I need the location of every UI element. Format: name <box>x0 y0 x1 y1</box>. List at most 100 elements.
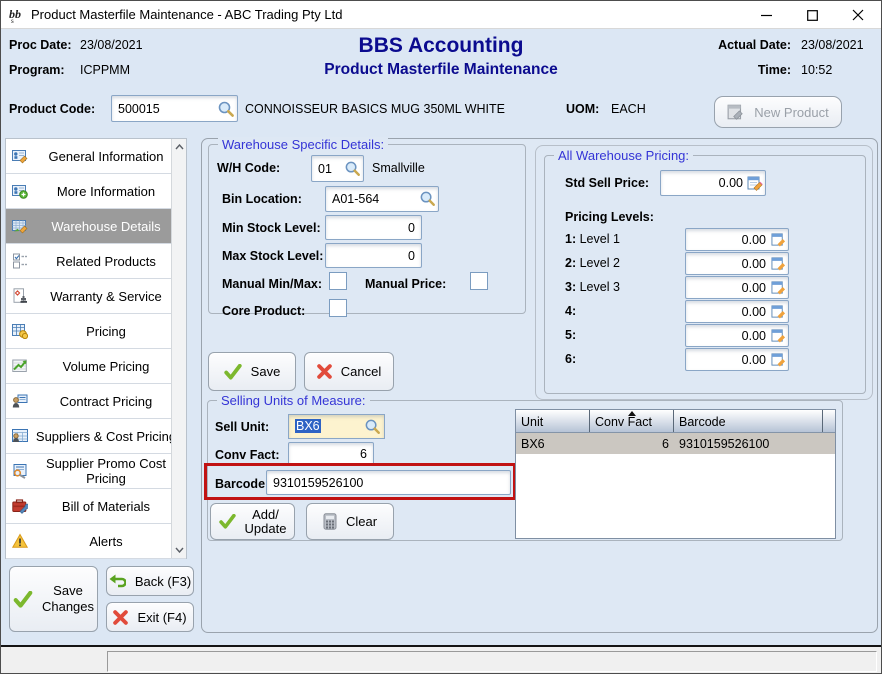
price-edit-icon[interactable] <box>771 280 786 295</box>
table-row[interactable]: BX6 6 9310159526100 <box>516 433 835 454</box>
save-changes-button[interactable]: SaveChanges <box>9 566 98 632</box>
manual-price-checkbox[interactable] <box>470 272 488 290</box>
status-message-panel <box>107 651 877 672</box>
cell-conv-fact: 6 <box>590 437 674 451</box>
bin-location-label: Bin Location: <box>222 192 302 206</box>
sidebar-item-label: Related Products <box>56 254 156 269</box>
conv-fact-label: Conv Fact: <box>215 448 280 462</box>
sidebar-item-suppliers-cost-pricing[interactable]: Suppliers & Cost Pricing <box>6 419 186 454</box>
sidebar-item-alerts[interactable]: Alerts <box>6 524 186 559</box>
close-icon <box>852 9 864 21</box>
toolbox-icon <box>12 498 28 514</box>
main-panel: Warehouse Specific Details: W/H Code: Sm… <box>201 138 878 633</box>
price-edit-icon[interactable] <box>771 304 786 319</box>
sidebar-item-related-products[interactable]: Related Products <box>6 244 186 279</box>
level-num: 1: <box>565 232 576 246</box>
save-button[interactable]: Save <box>208 352 296 391</box>
svg-text:s: s <box>11 17 14 24</box>
sidebar-item-bill-of-materials[interactable]: Bill of Materials <box>6 489 186 524</box>
cell-unit: BX6 <box>516 437 590 451</box>
window-title: Product Masterfile Maintenance - ABC Tra… <box>31 1 342 29</box>
sidebar-item-more-information[interactable]: More Information <box>6 174 186 209</box>
warehouse-details-group-title: Warehouse Specific Details: <box>218 137 388 152</box>
check-icon <box>224 364 242 380</box>
selling-units-group: Selling Units of Measure: Sell Unit: BX6… <box>207 400 843 541</box>
column-header-barcode[interactable]: Barcode <box>674 410 823 432</box>
level-num: 5: <box>565 328 576 342</box>
sidebar-item-label: Pricing <box>86 324 126 339</box>
close-button[interactable] <box>835 1 881 29</box>
person-document-icon <box>12 393 28 409</box>
column-header-conv-fact[interactable]: Conv Fact <box>590 410 674 432</box>
new-product-label: New Product <box>754 105 828 120</box>
column-header-spacer <box>823 410 835 432</box>
search-icon[interactable] <box>217 100 235 118</box>
min-stock-field-wrap <box>325 215 422 240</box>
minimize-icon <box>761 10 772 21</box>
application-window: bb s Product Masterfile Maintenance - AB… <box>0 0 882 674</box>
std-sell-price-field-wrap <box>660 170 766 196</box>
clear-button[interactable]: Clear <box>306 503 394 540</box>
search-icon[interactable] <box>364 418 381 435</box>
level-name: Level 1 <box>580 232 620 246</box>
wh-code-field-wrap <box>311 155 364 182</box>
search-icon[interactable] <box>344 160 361 177</box>
new-product-button[interactable]: New Product <box>714 96 842 128</box>
price-edit-icon[interactable] <box>771 256 786 271</box>
sidebar-item-supplier-promo-cost-pricing[interactable]: Supplier Promo Cost Pricing <box>6 454 186 489</box>
column-header-unit[interactable]: Unit <box>516 410 590 432</box>
manual-price-label: Manual Price: <box>365 277 446 291</box>
check-icon <box>219 514 236 529</box>
price-edit-icon[interactable] <box>747 175 763 191</box>
search-icon[interactable] <box>419 190 436 207</box>
sidebar-item-volume-pricing[interactable]: Volume Pricing <box>6 349 186 384</box>
price-edit-icon[interactable] <box>771 352 786 367</box>
warning-icon <box>12 533 28 549</box>
warehouse-details-group: Warehouse Specific Details: W/H Code: Sm… <box>208 144 526 314</box>
sell-unit-value: BX6 <box>295 419 321 433</box>
exit-button[interactable]: Exit (F4) <box>106 602 194 632</box>
level-num: 4: <box>565 304 576 318</box>
sidebar-item-warranty-service[interactable]: Warranty & Service <box>6 279 186 314</box>
sidebar-item-label: Warehouse Details <box>51 219 160 234</box>
sidebar-item-label: Suppliers & Cost Pricing <box>36 429 176 444</box>
new-product-icon <box>727 103 745 121</box>
maximize-button[interactable] <box>789 1 835 29</box>
core-product-checkbox[interactable] <box>329 299 347 317</box>
actual-date-label: Actual Date: <box>699 38 791 52</box>
price-edit-icon[interactable] <box>771 232 786 247</box>
cancel-button[interactable]: Cancel <box>304 352 394 391</box>
cancel-label: Cancel <box>341 364 381 379</box>
sidebar-item-label: Alerts <box>89 534 122 549</box>
back-button[interactable]: Back (F3) <box>106 566 194 596</box>
table-coins-icon <box>12 323 28 339</box>
min-stock-input[interactable] <box>325 215 422 240</box>
time-value: 10:52 <box>801 63 871 77</box>
maximize-icon <box>807 10 818 21</box>
sidebar-nav: General Information More Information War… <box>5 138 187 559</box>
time-label: Time: <box>699 63 791 77</box>
bin-location-field-wrap <box>325 186 439 212</box>
manual-minmax-checkbox[interactable] <box>329 272 347 290</box>
sidebar-item-warehouse-details[interactable]: Warehouse Details <box>6 209 186 244</box>
scroll-down-button[interactable] <box>172 542 187 558</box>
level-num: 2: <box>565 256 576 270</box>
product-code-field-wrap <box>111 95 238 122</box>
grid-edit-icon <box>12 218 28 234</box>
sidebar-item-pricing[interactable]: Pricing <box>6 314 186 349</box>
sidebar-item-label: Warranty & Service <box>50 289 162 304</box>
minimize-button[interactable] <box>743 1 789 29</box>
max-stock-input[interactable] <box>325 243 422 268</box>
sidebar-item-label: Volume Pricing <box>63 359 150 374</box>
sell-unit-field[interactable]: BX6 <box>288 414 385 439</box>
sidebar-item-general-information[interactable]: General Information <box>6 139 186 174</box>
add-update-button[interactable]: Add/Update <box>210 503 295 540</box>
sidebar-item-contract-pricing[interactable]: Contract Pricing <box>6 384 186 419</box>
uom-value: EACH <box>611 102 646 116</box>
sidebar-scrollbar[interactable] <box>171 139 186 558</box>
max-stock-field-wrap <box>325 243 422 268</box>
red-x-icon <box>113 610 128 625</box>
price-edit-icon[interactable] <box>771 328 786 343</box>
units-table[interactable]: Unit Conv Fact Barcode BX6 6 93101595261… <box>515 409 836 539</box>
scroll-up-button[interactable] <box>172 139 187 155</box>
